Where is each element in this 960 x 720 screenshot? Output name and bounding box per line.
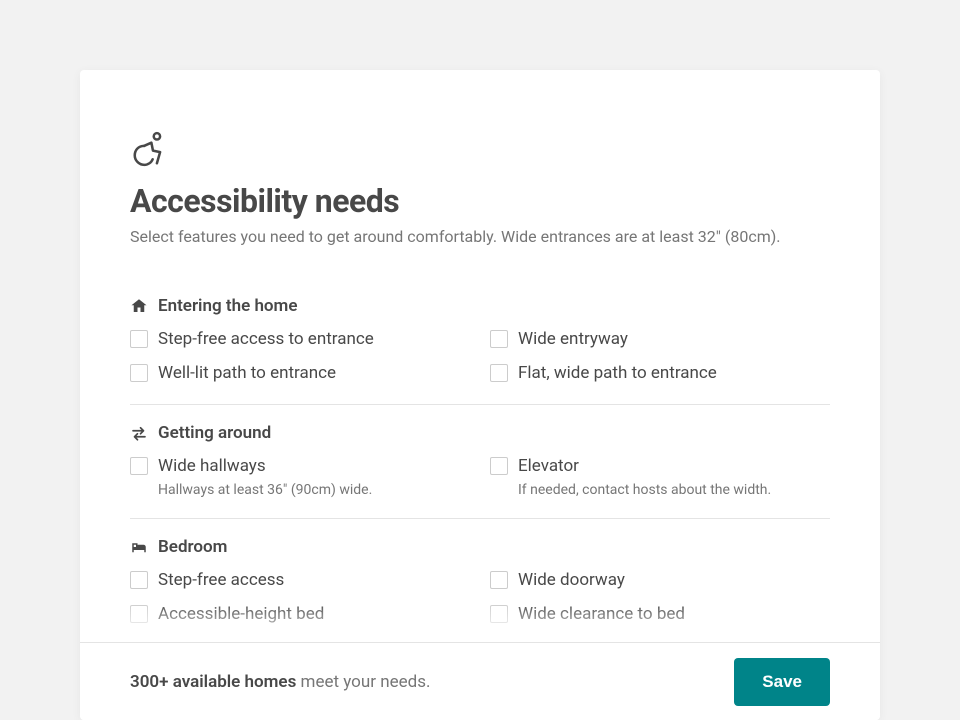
option-accessible-height-bed[interactable]: Accessible-height bed [130, 603, 470, 627]
option-wide-doorway-bedroom[interactable]: Wide doorway [490, 569, 830, 593]
checkbox[interactable] [130, 330, 148, 348]
accessibility-filter-card: Accessibility needs Select features you … [80, 70, 880, 720]
results-count: 300+ available homes [130, 672, 296, 692]
results-count-text: 300+ available homes meet your needs. [130, 672, 431, 692]
checkbox[interactable] [490, 364, 508, 382]
option-label: Flat, wide path to entrance [518, 362, 717, 386]
options-entering: Step-free access to entrance Wide entryw… [130, 328, 830, 386]
option-flat-wide-path[interactable]: Flat, wide path to entrance [490, 362, 830, 386]
section-title-getting-around: Getting around [158, 423, 271, 443]
home-icon [130, 297, 148, 315]
save-button[interactable]: Save [734, 658, 830, 706]
modal-subtitle: Select features you need to get around c… [130, 226, 830, 248]
option-label: Wide hallways [158, 455, 372, 479]
checkbox[interactable] [130, 605, 148, 623]
option-well-lit-path[interactable]: Well-lit path to entrance [130, 362, 470, 386]
checkbox[interactable] [490, 571, 508, 589]
option-label: Step-free access [158, 569, 284, 593]
option-label: Step-free access to entrance [158, 328, 374, 352]
option-label: Wide doorway [518, 569, 625, 593]
section-header-entering: Entering the home [130, 296, 830, 316]
section-entering: Entering the home Step-free access to en… [130, 278, 830, 404]
option-sublabel: Hallways at least 36" (90cm) wide. [158, 481, 372, 501]
option-label: Elevator [518, 455, 771, 479]
option-label: Wide entryway [518, 328, 628, 352]
option-wide-hallways[interactable]: Wide hallways Hallways at least 36" (90c… [130, 455, 470, 500]
section-getting-around: Getting around Wide hallways Hallways at… [130, 404, 830, 518]
options-getting-around: Wide hallways Hallways at least 36" (90c… [130, 455, 830, 500]
option-step-free-entrance[interactable]: Step-free access to entrance [130, 328, 470, 352]
footer-bar: 300+ available homes meet your needs. Sa… [80, 642, 880, 720]
arrows-icon [130, 424, 148, 442]
checkbox[interactable] [490, 457, 508, 475]
section-header-bedroom: Bedroom [130, 537, 830, 557]
option-label: Well-lit path to entrance [158, 362, 336, 386]
section-title-bedroom: Bedroom [158, 537, 227, 557]
option-sublabel: If needed, contact hosts about the width… [518, 481, 771, 501]
scroll-content: Accessibility needs Select features you … [80, 70, 880, 642]
checkbox[interactable] [490, 330, 508, 348]
option-step-free-bedroom[interactable]: Step-free access [130, 569, 470, 593]
modal-title: Accessibility needs [130, 182, 830, 220]
section-header-getting-around: Getting around [130, 423, 830, 443]
option-label: Accessible-height bed [158, 603, 324, 627]
option-elevator[interactable]: Elevator If needed, contact hosts about … [490, 455, 830, 500]
results-suffix: meet your needs. [296, 672, 430, 692]
options-bedroom: Step-free access Wide doorway Accessible… [130, 569, 830, 627]
section-title-entering: Entering the home [158, 296, 297, 316]
checkbox[interactable] [490, 605, 508, 623]
checkbox[interactable] [130, 571, 148, 589]
section-bedroom: Bedroom Step-free access Wide doorway Ac… [130, 518, 830, 642]
bed-icon [130, 538, 148, 556]
option-wide-clearance-bed[interactable]: Wide clearance to bed [490, 603, 830, 627]
option-label: Wide clearance to bed [518, 603, 685, 627]
accessibility-icon [130, 130, 830, 172]
checkbox[interactable] [130, 457, 148, 475]
option-wide-entryway[interactable]: Wide entryway [490, 328, 830, 352]
checkbox[interactable] [130, 364, 148, 382]
